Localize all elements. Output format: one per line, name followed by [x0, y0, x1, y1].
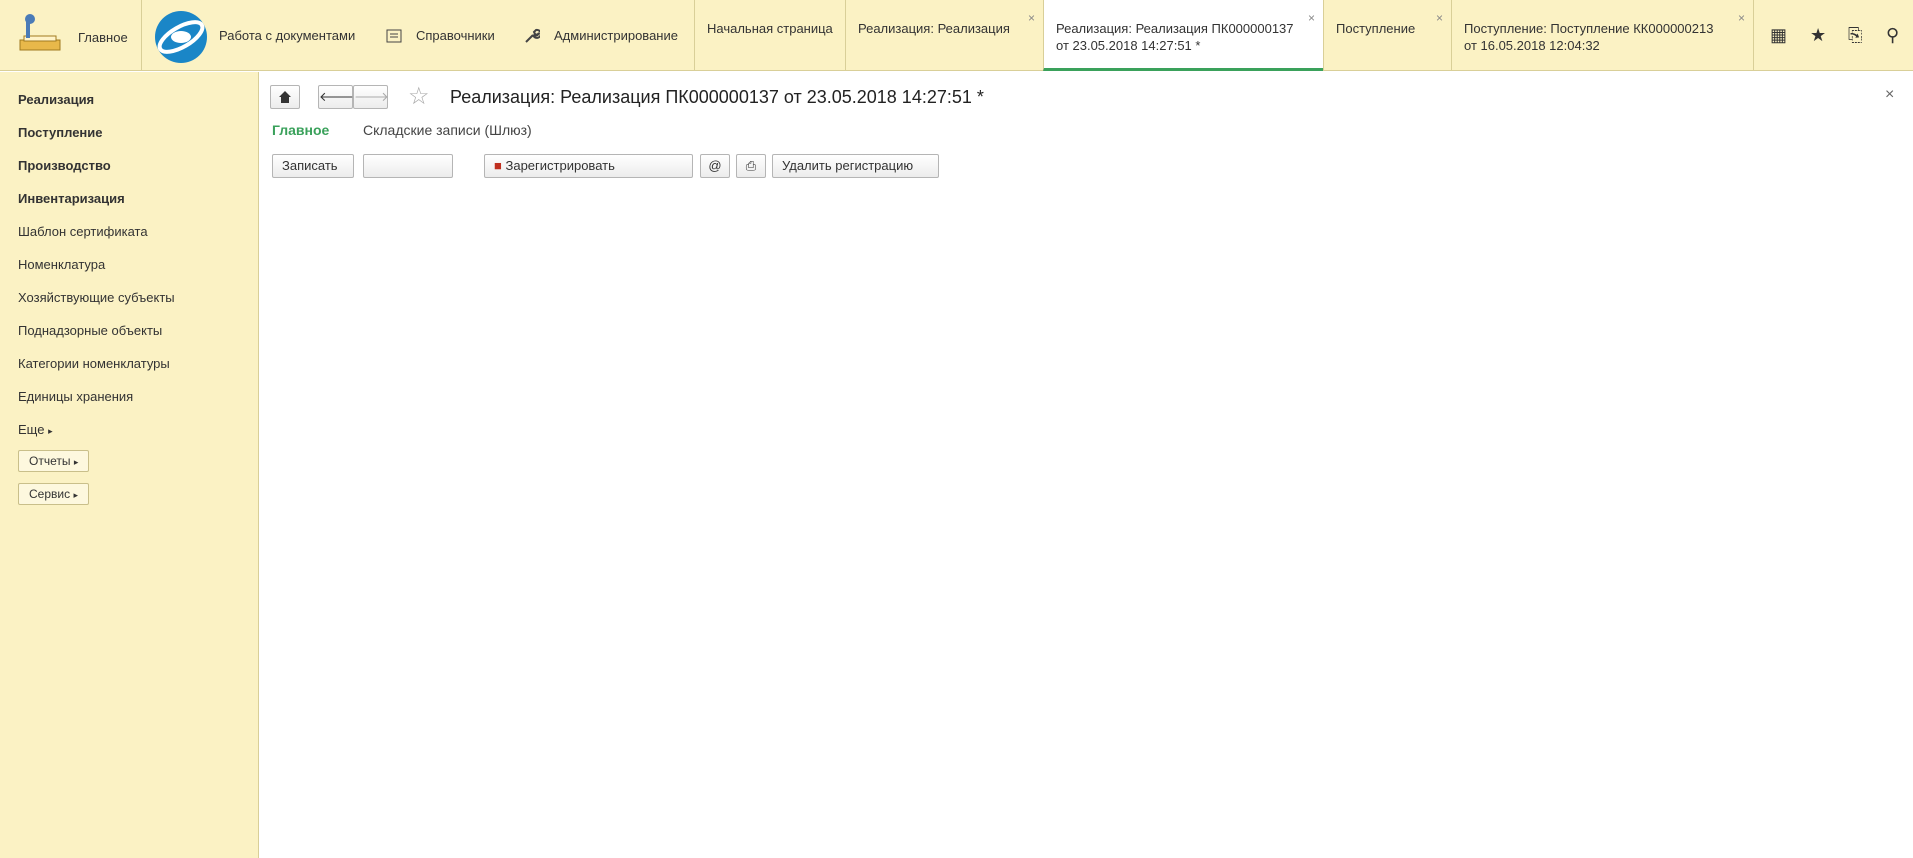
sidebar-item-categories[interactable]: Категории номенклатуры [18, 356, 170, 371]
wrench-icon [525, 28, 540, 43]
caret-right-icon: ▸ [73, 457, 79, 467]
more-label: Еще [18, 422, 45, 437]
sidebar-item-receipt[interactable]: Поступление [18, 125, 103, 140]
tab-realization-doc[interactable]: Реализация: Реализация ПК000000137 от 23… [1043, 0, 1323, 71]
nav-admin[interactable]: Администрирование [554, 28, 678, 43]
top-right-tools: ▦ ★ ⎘ ⚲ [1753, 0, 1913, 71]
top-bar: Главное Работа с документами Справочники… [0, 0, 1913, 71]
tab-label: Поступление [1336, 21, 1416, 36]
workflow-globe-icon[interactable] [152, 8, 210, 66]
home-desk-icon [19, 14, 61, 51]
sidebar-item-production[interactable]: Производство [18, 158, 111, 173]
tab-realization[interactable]: Реализация: Реализация × [845, 0, 1043, 71]
main-area: 🡐 🡒 ☆ Реализация: Реализация ПК000000137… [260, 72, 1913, 858]
subnav-warehouse[interactable]: Складские записи (Шлюз) [363, 122, 532, 138]
forward-button[interactable]: 🡒 [353, 85, 389, 109]
tab-label: Реализация: Реализация ПК000000137 [1056, 21, 1294, 36]
sidebar-item-nomenclature[interactable]: Номенклатура [18, 257, 105, 272]
sidebar-item-more[interactable]: Еще ▸ [18, 422, 53, 437]
history-icon[interactable]: ⎘ [1848, 25, 1862, 46]
close-icon[interactable]: × [1738, 10, 1745, 27]
search-icon[interactable]: ⚲ [1886, 25, 1899, 46]
reports-label: Отчеты [29, 454, 71, 468]
tab-label: Поступление: Поступление КК000000213 [1464, 21, 1714, 36]
service-button[interactable]: Сервис ▸ [18, 483, 89, 505]
home-label: Главное [78, 30, 128, 45]
arrow-right-icon: 🡒 [354, 89, 389, 104]
back-button[interactable]: 🡐 [318, 85, 354, 109]
save-button[interactable]: Записать [272, 154, 354, 178]
close-icon[interactable]: × [1308, 10, 1315, 27]
tab-label-line2: от 23.05.2018 14:27:51 * [1056, 38, 1201, 53]
home-section[interactable]: Главное [0, 0, 142, 71]
register-icon: ■ [494, 158, 502, 173]
delete-registration-button[interactable]: Удалить регистрацию [772, 154, 939, 178]
list-icon [386, 29, 402, 43]
caret-right-icon: ▸ [73, 490, 78, 500]
reports-button[interactable]: Отчеты ▸ [18, 450, 90, 472]
post-and-close-button[interactable] [363, 154, 453, 178]
sidebar-item-units[interactable]: Единицы хранения [18, 389, 133, 404]
star-icon[interactable]: ★ [1810, 25, 1826, 46]
arrow-left-icon: 🡐 [319, 89, 354, 104]
register-label: Зарегистрировать [505, 158, 615, 173]
nav-documents[interactable]: Работа с документами [219, 28, 355, 43]
favorite-star-icon[interactable]: ☆ [408, 82, 430, 111]
register-button[interactable]: ■ Зарегистрировать [484, 154, 693, 178]
house-icon [279, 91, 291, 103]
close-icon[interactable]: × [1436, 10, 1443, 27]
tab-receipt[interactable]: Поступление × [1323, 0, 1451, 71]
caret-right-icon: ▸ [48, 426, 53, 436]
tab-label-line2: от 16.05.2018 12:04:32 [1464, 38, 1600, 53]
nav-references[interactable]: Справочники [416, 28, 495, 43]
page-title: Реализация: Реализация ПК000000137 от 23… [450, 87, 984, 107]
sidebar-item-cert-template[interactable]: Шаблон сертификата [18, 224, 148, 239]
sidebar: Реализация Поступление Производство Инве… [0, 72, 259, 858]
service-label: Сервис [29, 487, 71, 501]
sidebar-item-entities[interactable]: Хозяйствующие субъекты [18, 290, 175, 305]
tab-start-page[interactable]: Начальная страница [694, 0, 845, 71]
sidebar-item-realization[interactable]: Реализация [18, 92, 94, 107]
sidebar-item-objects[interactable]: Поднадзорные объекты [18, 323, 162, 338]
close-form-icon[interactable]: × [1885, 86, 1894, 104]
tab-label: Реализация: Реализация [858, 21, 1010, 36]
tab-label: Начальная страница [707, 21, 833, 36]
print-button[interactable]: ⎙ [736, 154, 766, 178]
email-button[interactable]: @ [700, 154, 730, 178]
printer-icon: ⎙ [745, 158, 757, 173]
home-button[interactable] [270, 85, 300, 109]
apps-grid-icon[interactable]: ▦ [1770, 25, 1787, 46]
close-icon[interactable]: × [1028, 10, 1035, 27]
tab-receipt-doc[interactable]: Поступление: Поступление КК000000213 от … [1451, 0, 1753, 71]
sidebar-item-inventory[interactable]: Инвентаризация [18, 191, 125, 206]
subnav-main[interactable]: Главное [272, 122, 329, 138]
